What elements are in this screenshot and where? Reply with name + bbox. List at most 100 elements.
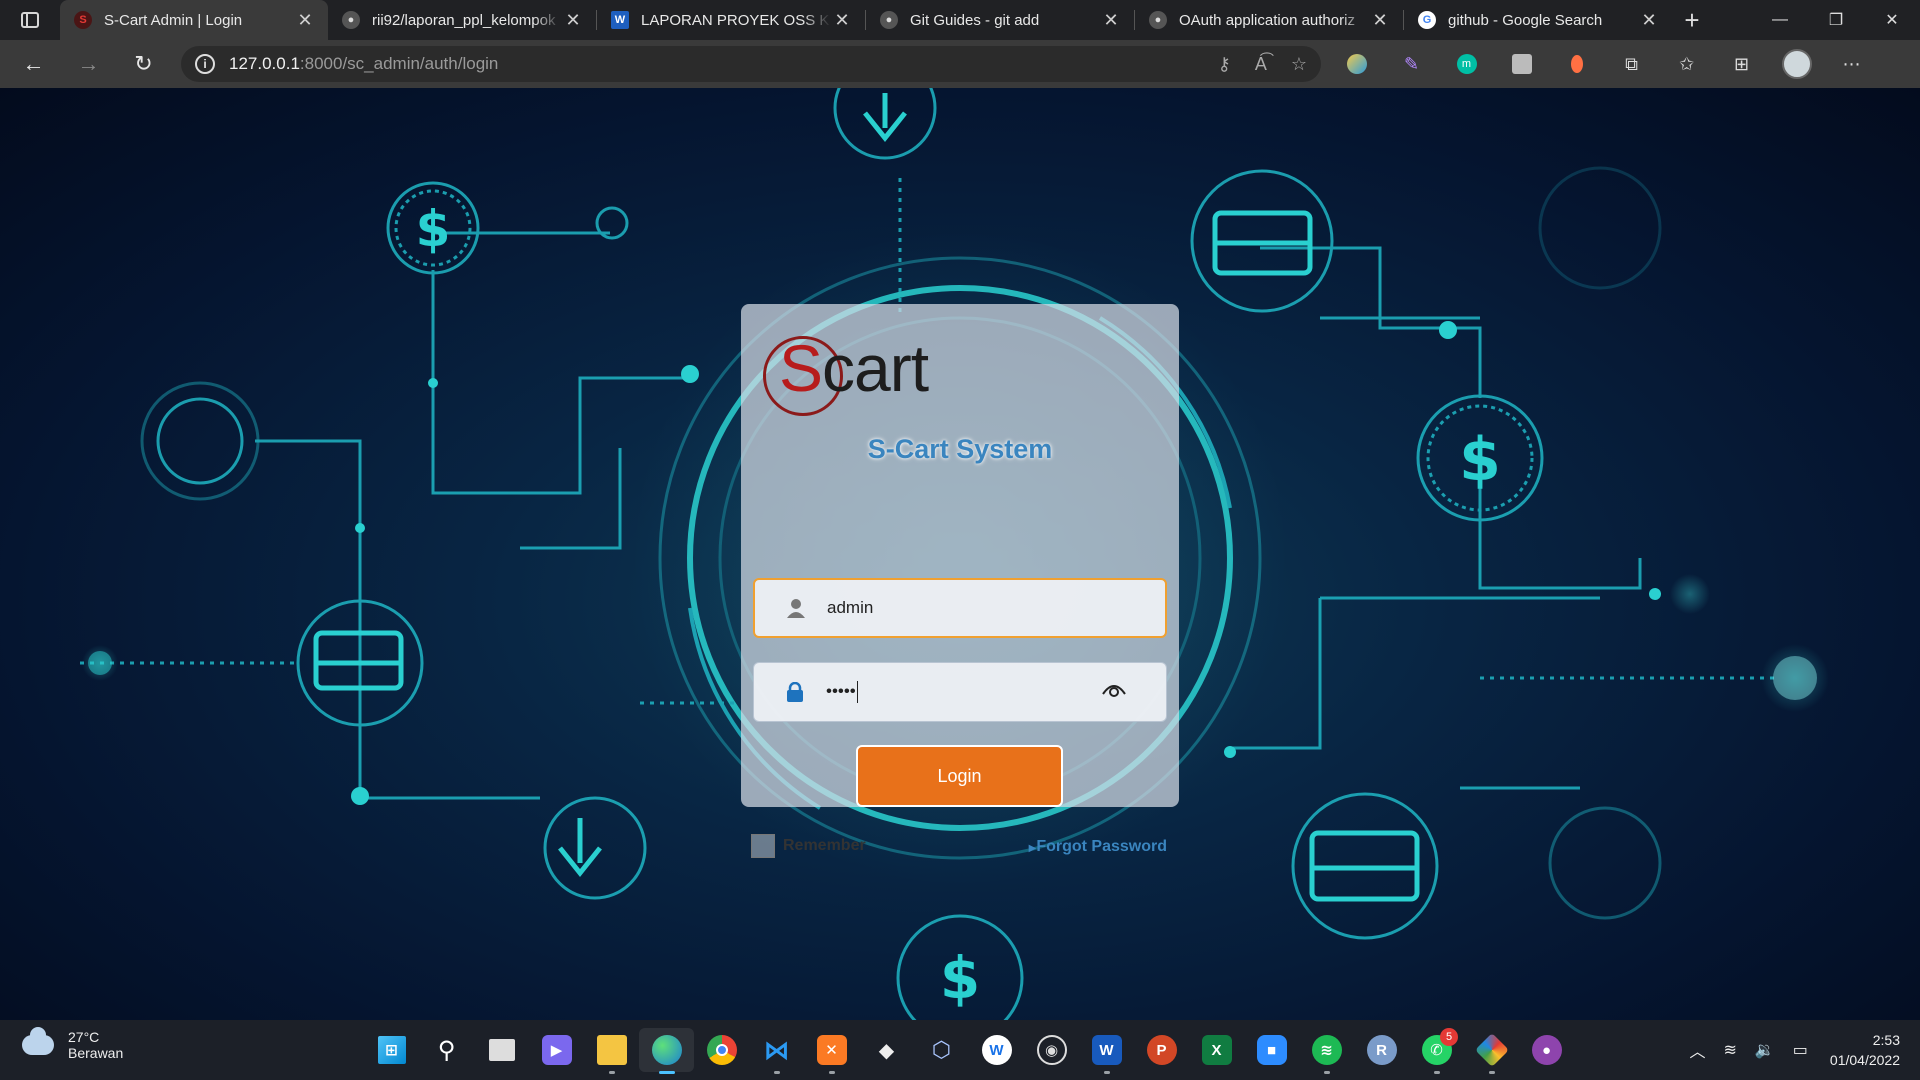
browser-tab-strip: S S-Cart Admin | Login ✕ ● rii92/laporan… [0,0,1920,40]
windows-taskbar: 27°C Berawan ⊞ ⚲ ▶ ⋈ ✕ ◆ ⬡ W ◉ W P X ■ ≋… [0,1020,1920,1080]
wps-button[interactable]: W [969,1028,1024,1072]
restore-icon[interactable]: ❐ [1808,0,1864,40]
close-tab-icon[interactable]: ✕ [562,10,584,31]
logo-word: cart [822,331,929,405]
edge-button[interactable] [639,1028,694,1074]
extension-check-icon[interactable] [1329,54,1384,74]
powerpoint-button[interactable]: P [1134,1028,1189,1072]
address-bar[interactable]: i 127.0.0.1:8000/sc_admin/auth/login ⚷ A… [181,46,1321,82]
system-title: S-Cart System [867,434,1053,464]
password-field[interactable]: ••••• [753,662,1167,722]
github-favicon-icon: ● [880,11,898,29]
close-window-icon[interactable]: ✕ [1864,0,1920,40]
login-button[interactable]: Login [856,745,1063,807]
spotify-button[interactable]: ≋ [1299,1028,1354,1074]
zoom-icon: ■ [1256,1035,1287,1065]
git-diamond-icon [1474,1033,1509,1067]
favorites-icon[interactable]: ✩ [1659,54,1714,75]
svg-text:$: $ [416,200,451,258]
windows-icon: ⊞ [377,1036,406,1064]
tab-laporan-word[interactable]: W LAPORAN PROYEK OSS KEL ✕ [597,0,865,40]
back-icon[interactable]: ← [6,51,61,77]
forward-icon[interactable]: → [61,51,116,77]
whatsapp-button[interactable]: ✆ 5 [1409,1028,1464,1074]
word-button[interactable]: W [1079,1028,1134,1074]
logo-letter-s: S [779,331,823,405]
extension-pen-icon[interactable]: ✎ [1384,54,1439,75]
browser-toolbar: ← → ↻ i 127.0.0.1:8000/sc_admin/auth/log… [0,40,1920,88]
scart-logo: Scart [763,330,963,420]
tab-google-search[interactable]: G github - Google Search ✕ [1404,0,1672,40]
new-tab-button[interactable]: + [1672,5,1712,36]
xampp-button[interactable]: ✕ [804,1028,859,1074]
search-button[interactable]: ⚲ [419,1028,474,1072]
minimize-icon[interactable]: — [1752,0,1808,40]
github-favicon-icon: ● [342,11,360,29]
extension-square-icon[interactable] [1494,54,1549,74]
close-tab-icon[interactable]: ✕ [294,10,316,31]
file-explorer-button[interactable] [584,1028,639,1074]
scart-favicon-icon: S [74,11,92,29]
forgot-password-link[interactable]: ▶Forgot Password [1029,838,1167,856]
site-info-icon[interactable]: i [195,54,215,74]
extension-fire-icon[interactable] [1549,55,1604,73]
inkscape-button[interactable]: ◆ [859,1028,914,1072]
system-tray: ︿ ≋ 🔉 ▭ 2:53 01/04/2022 [1671,1030,1900,1070]
tab-title: Git Guides - git add [910,11,1040,29]
close-tab-icon[interactable]: ✕ [1638,10,1660,31]
close-tab-icon[interactable]: ✕ [1100,10,1122,31]
tab-actions-button[interactable] [0,0,60,40]
checkbox-box[interactable] [751,834,775,858]
task-view-button[interactable] [474,1028,529,1072]
read-aloud-icon[interactable]: A͡ [1255,54,1267,75]
more-menu-icon[interactable]: ⋯ [1824,54,1879,75]
github-desktop-button[interactable]: ● [1519,1028,1574,1072]
tab-git-guides[interactable]: ● Git Guides - git add ✕ [866,0,1134,40]
svg-text:$: $ [1459,425,1501,495]
volume-icon[interactable]: 🔉 [1755,1040,1775,1060]
cloud-icon [22,1027,54,1055]
weather-widget[interactable]: 27°C Berawan [22,1027,123,1061]
reload-icon[interactable]: ↻ [116,51,171,77]
virtualbox-button[interactable]: ⬡ [914,1028,969,1072]
username-field[interactable]: admin [753,578,1167,638]
clock[interactable]: 2:53 01/04/2022 [1830,1030,1900,1070]
profile-avatar[interactable] [1769,49,1824,79]
chevron-up-icon[interactable]: ︿ [1689,1038,1705,1062]
add-favorite-icon[interactable]: ☆ [1291,54,1307,75]
close-tab-icon[interactable]: ✕ [831,10,853,31]
r-button[interactable]: R [1354,1028,1409,1072]
zoom-button[interactable]: ■ [1244,1028,1299,1072]
close-tab-icon[interactable]: ✕ [1369,10,1391,31]
chrome-button[interactable] [694,1028,749,1072]
start-button[interactable]: ⊞ [364,1028,419,1072]
extensions-puzzle-icon[interactable]: ⧉ [1604,54,1659,75]
obs-button[interactable]: ◉ [1024,1028,1079,1072]
remember-checkbox[interactable]: Remember [751,834,866,858]
teams-chat-button[interactable]: ▶ [529,1028,584,1072]
vscode-button[interactable]: ⋈ [749,1028,804,1074]
tab-oauth[interactable]: ● OAuth application authoriz ✕ [1135,0,1403,40]
weather-temp: 27°C [68,1029,100,1045]
github-favicon-icon: ● [1149,11,1167,29]
wifi-icon[interactable]: ≋ [1723,1040,1736,1060]
password-key-icon[interactable]: ⚷ [1218,54,1231,75]
remember-label: Remember [783,837,866,854]
clock-time: 2:53 [1872,1032,1900,1048]
battery-icon[interactable]: ▭ [1793,1040,1808,1060]
w-logo-icon: W [981,1035,1012,1065]
github-icon: ● [1531,1035,1562,1065]
git-button[interactable] [1464,1028,1519,1074]
user-icon [785,598,807,618]
show-password-eye-icon[interactable] [1102,682,1126,703]
excel-button[interactable]: X [1189,1028,1244,1072]
tab-actions-icon [21,12,39,28]
tab-title: rii92/laporan_ppl_kelompok [372,11,556,29]
tab-scart-login[interactable]: S S-Cart Admin | Login ✕ [60,0,328,40]
extension-m-icon[interactable]: m [1439,54,1494,74]
folder-icon [596,1035,627,1065]
task-view-icon [488,1039,515,1061]
lock-icon [784,682,806,702]
collections-icon[interactable]: ⊞ [1714,54,1769,75]
tab-github-repo[interactable]: ● rii92/laporan_ppl_kelompok ✕ [328,0,596,40]
